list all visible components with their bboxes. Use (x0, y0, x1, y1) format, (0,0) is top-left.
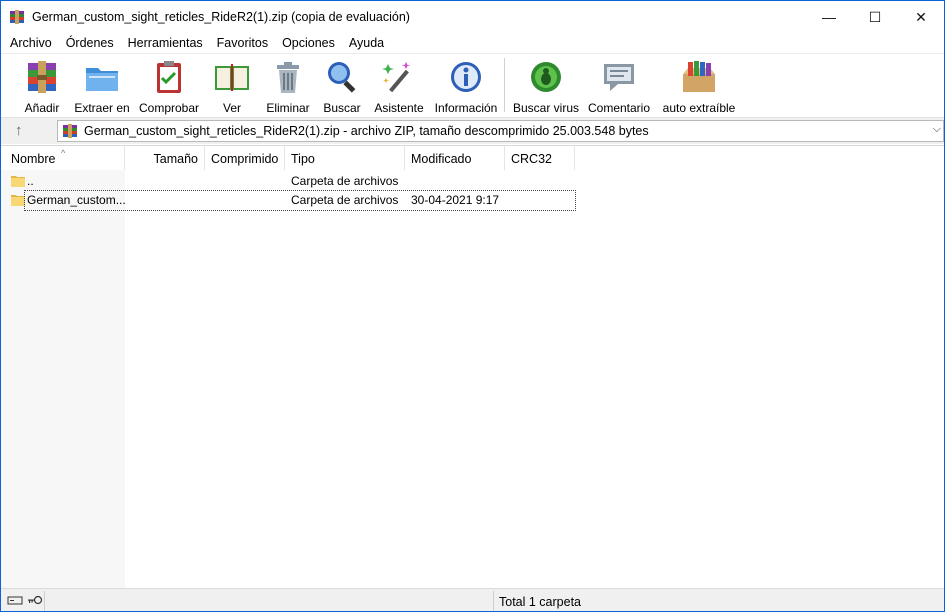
column-name[interactable]: Nombre ^ (1, 146, 125, 170)
close-icon: ✕ (915, 8, 927, 25)
view-label: Ver (222, 101, 241, 115)
column-size[interactable]: Tamaño (125, 146, 205, 170)
wizard-wand-icon (382, 62, 411, 93)
virus-scan-icon (531, 62, 561, 92)
row-type: Carpeta de archivos (291, 193, 399, 207)
extract-label: Extraer en (74, 101, 130, 115)
comment-button[interactable]: Comentario (587, 54, 651, 116)
tree-pane (1, 170, 125, 589)
folder-icon (11, 176, 25, 187)
menu-herramientas[interactable]: Herramientas (121, 33, 210, 53)
column-packed-label: Comprimido (211, 152, 279, 166)
sort-ascending-icon: ^ (61, 148, 66, 158)
column-crc32-label: CRC32 (511, 152, 552, 166)
status-separator (44, 591, 45, 611)
column-packed[interactable]: Comprimido (205, 146, 285, 170)
extract-button[interactable]: Extraer en (74, 54, 130, 116)
close-button[interactable]: ✕ (898, 1, 944, 33)
add-label: Añadir (24, 101, 60, 115)
table-row[interactable]: German_custom... Carpeta de archivos 30-… (1, 190, 576, 211)
maximize-button[interactable]: ☐ (852, 1, 898, 33)
info-icon (451, 62, 481, 92)
row-modified: 30-04-2021 9:17 (411, 193, 500, 207)
minimize-icon: — (822, 9, 836, 25)
menu-favoritos[interactable]: Favoritos (210, 33, 275, 53)
menu-archivo[interactable]: Archivo (1, 33, 59, 53)
table-row[interactable]: .. Carpeta de archivos (1, 172, 575, 191)
sfx-label: auto extraíble (662, 101, 736, 115)
extract-folder-icon (86, 68, 118, 91)
folder-icon (11, 195, 25, 206)
view-book-icon (215, 64, 249, 91)
winrar-app-icon (10, 10, 24, 24)
row-name: .. (27, 174, 34, 188)
virus-scan-label: Buscar virus (512, 101, 580, 115)
menu-ayuda[interactable]: Ayuda (342, 33, 391, 53)
column-name-label: Nombre (11, 152, 56, 166)
comment-icon (604, 64, 634, 91)
up-folder-icon[interactable]: ↑ (15, 122, 35, 140)
test-clipboard-icon (157, 61, 181, 93)
delete-button[interactable]: Eliminar (264, 54, 312, 116)
chevron-down-icon[interactable]: ⌵ (933, 123, 941, 136)
column-modified-label: Modificado (411, 152, 472, 166)
find-button[interactable]: Buscar (322, 54, 362, 116)
winrar-window: German_custom_sight_reticles_RideR2(1).z… (0, 0, 945, 612)
find-label: Buscar (323, 101, 361, 115)
test-button[interactable]: Comprobar (138, 54, 200, 116)
window-title: German_custom_sight_reticles_RideR2(1).z… (32, 10, 410, 24)
column-crc32[interactable]: CRC32 (505, 146, 575, 170)
comment-label: Comentario (587, 101, 651, 115)
sfx-button[interactable]: auto extraíble (661, 54, 737, 116)
view-button[interactable]: Ver (210, 54, 254, 116)
column-type-label: Tipo (291, 152, 315, 166)
column-size-label: Tamaño (153, 152, 198, 166)
column-type[interactable]: Tipo (285, 146, 405, 170)
address-row: ↑ German_custom_sight_reticles_RideR2(1)… (1, 117, 944, 144)
address-text: German_custom_sight_reticles_RideR2(1).z… (84, 124, 649, 138)
key-icon[interactable] (27, 594, 43, 606)
address-bar[interactable]: German_custom_sight_reticles_RideR2(1).z… (57, 120, 944, 142)
row-name: German_custom... (27, 193, 126, 207)
test-label: Comprobar (138, 101, 200, 115)
info-button[interactable]: Información (432, 54, 500, 116)
add-button[interactable]: Añadir (21, 54, 63, 116)
virus-scan-button[interactable]: Buscar virus (513, 54, 579, 116)
status-separator (493, 591, 494, 611)
menu-bar: Archivo Órdenes Herramientas Favoritos O… (1, 33, 944, 53)
status-bar: Total 1 carpeta (1, 588, 944, 611)
minimize-button[interactable]: — (806, 1, 852, 33)
archive-icon (63, 124, 77, 138)
toolbar: Añadir Extraer en Comprobar Ver Eliminar… (1, 53, 944, 117)
trash-icon (277, 62, 299, 93)
sfx-box-icon (683, 61, 715, 92)
toolbar-separator (504, 58, 505, 112)
column-modified[interactable]: Modificado (405, 146, 505, 170)
magnifier-icon (328, 62, 356, 93)
title-bar[interactable]: German_custom_sight_reticles_RideR2(1).z… (1, 1, 944, 33)
menu-ordenes[interactable]: Órdenes (59, 33, 121, 53)
status-text: Total 1 carpeta (499, 595, 581, 609)
row-type: Carpeta de archivos (291, 174, 399, 188)
add-archive-icon (28, 61, 56, 93)
wizard-label: Asistente (374, 101, 424, 115)
column-header-row: Nombre ^ Tamaño Comprimido Tipo Modifica… (1, 146, 944, 170)
file-list[interactable]: Nombre ^ Tamaño Comprimido Tipo Modifica… (1, 145, 944, 589)
info-label: Información (434, 101, 498, 115)
maximize-icon: ☐ (868, 8, 882, 25)
drive-icon[interactable] (7, 594, 23, 606)
wizard-button[interactable]: Asistente (373, 54, 425, 116)
menu-opciones[interactable]: Opciones (275, 33, 342, 53)
delete-label: Eliminar (266, 101, 310, 115)
